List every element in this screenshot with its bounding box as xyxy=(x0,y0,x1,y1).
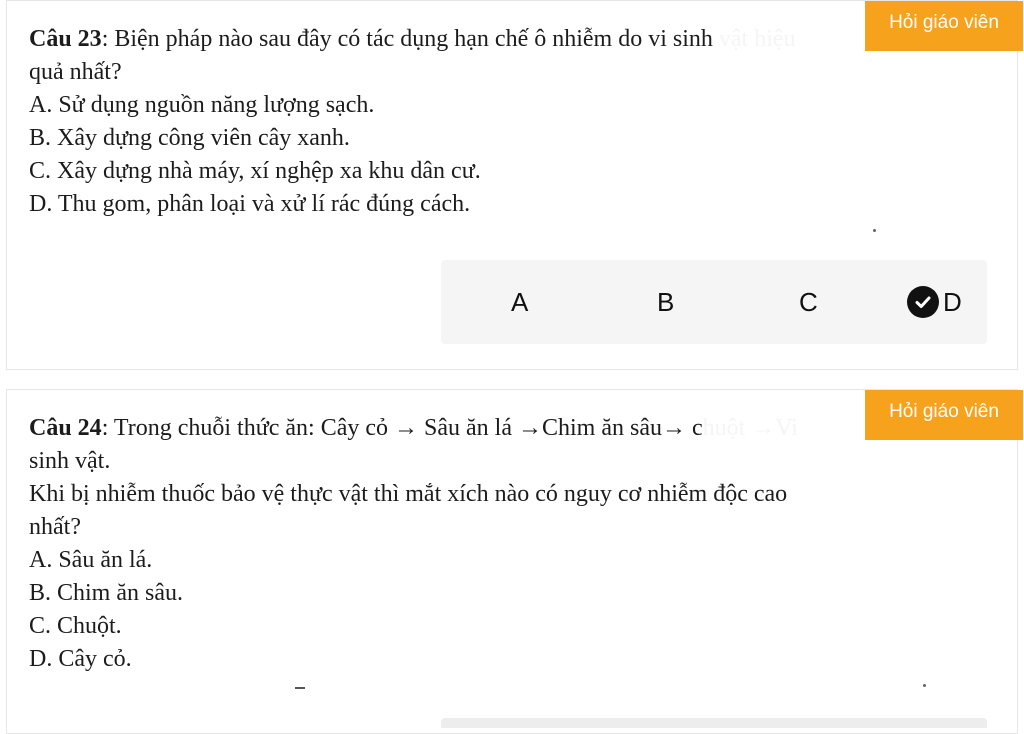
option-24-d: D. Cây cỏ. xyxy=(29,646,132,672)
option-24-a: A. Sâu ăn lá. xyxy=(29,547,153,573)
answer-choice-a[interactable]: A xyxy=(511,260,528,344)
question-stem-23-line1: : Biện pháp nào sau đây có tác dụng hạn … xyxy=(101,26,719,52)
question-card-24: Câu 24: Trong chuỗi thức ăn: Cây cỏ → Sâ… xyxy=(6,389,1023,734)
stray-mark xyxy=(295,687,305,689)
answer-bar-24 xyxy=(441,718,987,728)
question-stem-23-hidden: vật hiệu xyxy=(718,26,796,52)
question-stem-24-hidden: huột →Vi xyxy=(702,415,798,441)
option-24-b: B. Chim ăn sâu. xyxy=(29,580,183,606)
ask-teacher-button-23[interactable]: Hỏi giáo viên xyxy=(865,1,1023,51)
answer-choice-d-selected[interactable]: D xyxy=(907,260,962,344)
question-stem-24-line3: Khi bị nhiễm thuốc bảo vệ thực vật thì m… xyxy=(29,481,788,507)
check-circle-icon xyxy=(907,286,939,318)
question-text-23: Câu 23: Biện pháp nào sau đây có tác dụn… xyxy=(29,23,1007,221)
question-number-24: Câu 24 xyxy=(29,415,102,441)
ask-teacher-button-24[interactable]: Hỏi giáo viên xyxy=(865,390,1023,440)
answer-choice-c[interactable]: C xyxy=(799,260,818,344)
question-stem-24-line1: : Trong chuỗi thức ăn: Cây cỏ → Sâu ăn l… xyxy=(101,415,703,441)
option-23-c: C. Xây dựng nhà máy, xí nghệp xa khu dân… xyxy=(29,158,481,184)
answer-bar-23: A B C D xyxy=(441,260,987,344)
answer-choice-b[interactable]: B xyxy=(657,260,674,344)
question-stem-23-line2: quả nhất? xyxy=(29,59,122,85)
option-23-a: A. Sử dụng nguồn năng lượng sạch. xyxy=(29,92,375,118)
question-stem-24-line4: nhất? xyxy=(29,514,81,540)
stray-dot xyxy=(873,229,876,232)
stray-dot xyxy=(923,684,926,687)
question-number-23: Câu 23 xyxy=(29,26,102,52)
question-text-24: Câu 24: Trong chuỗi thức ăn: Cây cỏ → Sâ… xyxy=(29,412,1007,676)
option-23-b: B. Xây dựng công viên cây xanh. xyxy=(29,125,350,151)
question-card-23: Câu 23: Biện pháp nào sau đây có tác dụn… xyxy=(6,0,1023,370)
option-24-c: C. Chuột. xyxy=(29,613,122,639)
question-stem-24-line2: sinh vật. xyxy=(29,448,111,474)
option-23-d: D. Thu gom, phân loại và xử lí rác đúng … xyxy=(29,191,471,217)
